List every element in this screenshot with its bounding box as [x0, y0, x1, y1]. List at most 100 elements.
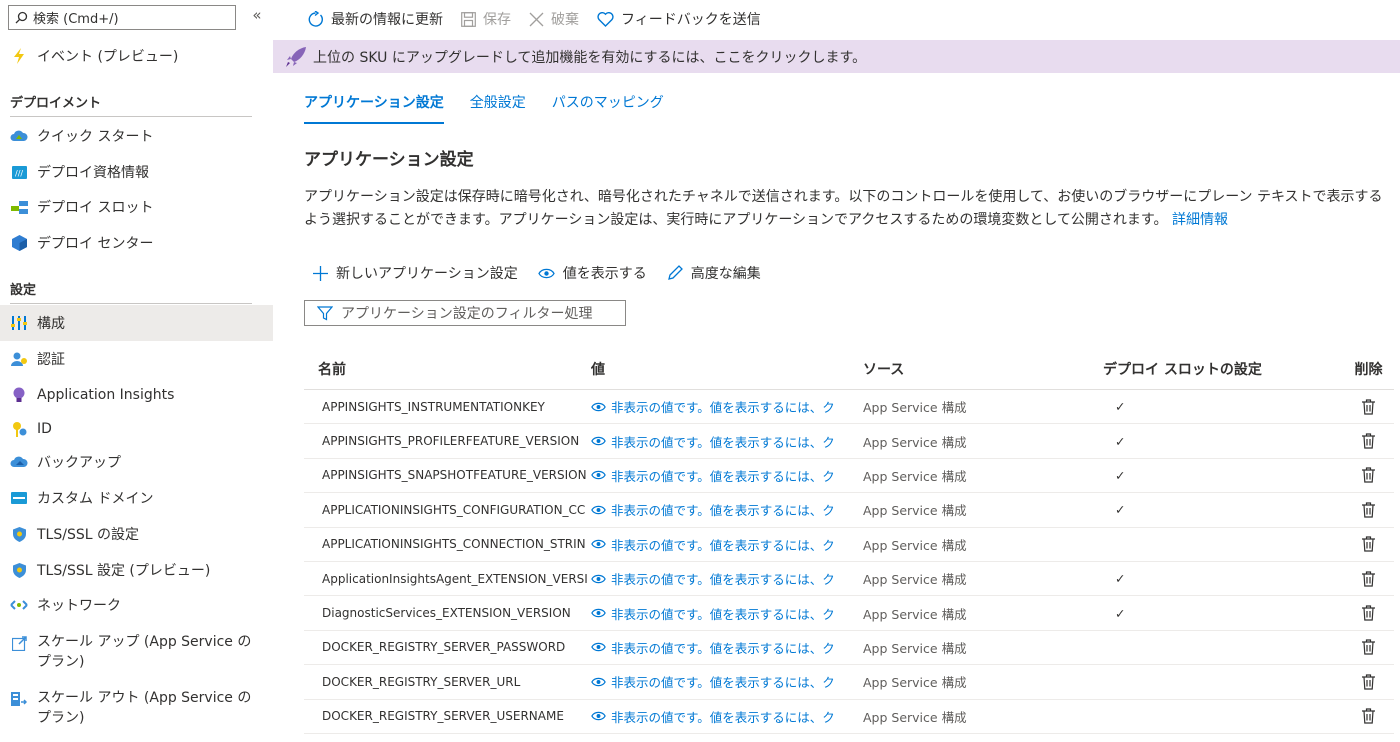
- eye-icon: [591, 402, 606, 411]
- table-row[interactable]: APPINSIGHTS_INSTRUMENTATIONKEY 非表示の値です。値を…: [304, 390, 1394, 425]
- setting-source: App Service 構成: [863, 400, 967, 416]
- delete-button[interactable]: [1343, 605, 1394, 621]
- sidebar-item-label: スケール アウト (App Service のプラン): [37, 690, 252, 726]
- hidden-value-link[interactable]: 非表示の値です。値を表示するには、ク: [591, 535, 863, 554]
- delete-button[interactable]: [1343, 502, 1394, 518]
- slot-setting-check: ✓: [1115, 502, 1126, 518]
- save-button[interactable]: 保存: [461, 9, 511, 29]
- hidden-value-link[interactable]: 非表示の値です。値を表示するには、ク: [591, 466, 863, 485]
- sidebar-item-identity[interactable]: ID: [0, 411, 273, 447]
- header-name[interactable]: 名前: [304, 359, 591, 379]
- delete-button[interactable]: [1343, 467, 1394, 484]
- delete-button[interactable]: [1343, 399, 1394, 415]
- advanced-edit-button[interactable]: 高度な編集: [667, 263, 761, 283]
- filter-input[interactable]: アプリケーション設定のフィルター処理: [304, 300, 626, 326]
- hidden-value-text: 非表示の値です。値を表示するには、ク: [611, 572, 835, 588]
- hidden-value-link[interactable]: 非表示の値です。値を表示するには、ク: [591, 672, 863, 691]
- setting-source: App Service 構成: [863, 468, 967, 484]
- user-key-icon: [10, 350, 28, 368]
- sidebar-item-backup[interactable]: バックアップ: [0, 444, 273, 480]
- search-input[interactable]: 検索 (Cmd+/): [8, 5, 236, 30]
- delete-button[interactable]: [1343, 536, 1394, 552]
- table-row[interactable]: DiagnosticServices_EXTENSION_VERSION 非表示の…: [304, 596, 1394, 631]
- tab-list: アプリケーション設定 全般設定 パスのマッピング: [304, 92, 690, 125]
- shield-icon: [10, 525, 28, 543]
- setting-name: DOCKER_REGISTRY_SERVER_USERNAME: [322, 709, 564, 724]
- sidebar-item-label: ネットワーク: [37, 598, 121, 614]
- network-icon: [10, 596, 28, 614]
- sidebar-item-auth[interactable]: 認証: [0, 341, 273, 377]
- header-slot-setting[interactable]: デプロイ スロットの設定: [1103, 359, 1343, 379]
- table-row[interactable]: DOCKER_REGISTRY_SERVER_USERNAME 非表示の値です。値…: [304, 700, 1394, 734]
- sidebar-item-app-insights[interactable]: Application Insights: [0, 377, 273, 413]
- table-row[interactable]: APPLICATIONINSIGHTS_CONNECTION_STRIN 非表示の…: [304, 528, 1394, 562]
- upgrade-banner[interactable]: 上位の SKU にアップグレードして追加機能を有効にするには、ここをクリックしま…: [273, 40, 1400, 73]
- command-bar: 最新の情報に更新 保存 破棄 フィードバックを送信: [307, 8, 779, 30]
- setting-source: App Service 構成: [863, 675, 967, 691]
- sidebar-item-label: イベント (プレビュー): [37, 49, 179, 65]
- tab-path-mappings[interactable]: パスのマッピング: [552, 92, 664, 125]
- action-toolbar: 新しいアプリケーション設定 値を表示する 高度な編集: [313, 263, 781, 283]
- hidden-value-link[interactable]: 非表示の値です。値を表示するには、ク: [591, 638, 863, 657]
- hidden-value-link[interactable]: 非表示の値です。値を表示するには、ク: [591, 432, 863, 451]
- hidden-value-link[interactable]: 非表示の値です。値を表示するには、ク: [591, 500, 863, 519]
- show-values-label: 値を表示する: [562, 266, 647, 282]
- save-label: 保存: [483, 12, 511, 28]
- discard-button[interactable]: 破棄: [529, 9, 579, 29]
- setting-source: App Service 構成: [863, 572, 967, 588]
- feedback-button[interactable]: フィードバックを送信: [597, 9, 761, 29]
- refresh-button[interactable]: 最新の情報に更新: [307, 9, 443, 29]
- advanced-edit-label: 高度な編集: [690, 266, 761, 282]
- tab-app-settings[interactable]: アプリケーション設定: [304, 92, 444, 125]
- sidebar-item-configuration[interactable]: 構成: [0, 305, 273, 341]
- collapse-sidebar-button[interactable]: «: [248, 6, 266, 24]
- filter-icon: [317, 305, 333, 320]
- table-row[interactable]: DOCKER_REGISTRY_SERVER_PASSWORD 非表示の値です。値…: [304, 631, 1394, 666]
- eye-icon: [591, 677, 606, 687]
- sidebar-item-slots[interactable]: デプロイ スロット: [0, 189, 273, 225]
- learn-more-link[interactable]: 詳細情報: [1172, 212, 1228, 228]
- eye-icon: [537, 268, 555, 278]
- sidebar-item-networking[interactable]: ネットワーク: [0, 587, 273, 623]
- tab-general-settings[interactable]: 全般設定: [470, 92, 526, 125]
- hidden-value-link[interactable]: 非表示の値です。値を表示するには、ク: [591, 397, 863, 416]
- show-values-button[interactable]: 値を表示する: [537, 263, 647, 283]
- slot-setting-check: ✓: [1115, 399, 1126, 415]
- hidden-value-text: 非表示の値です。値を表示するには、ク: [611, 709, 835, 725]
- header-value[interactable]: 値: [591, 359, 863, 379]
- header-delete: 削除: [1354, 361, 1383, 378]
- sidebar-item-label: クイック スタート: [37, 129, 154, 145]
- sidebar-item-events[interactable]: イベント (プレビュー): [0, 38, 273, 74]
- delete-button[interactable]: [1343, 708, 1394, 724]
- sidebar-item-label: TLS/SSL 設定 (プレビュー): [37, 563, 211, 579]
- delete-button[interactable]: [1343, 674, 1394, 690]
- table-row[interactable]: APPINSIGHTS_PROFILERFEATURE_VERSION 非表示の値…: [304, 424, 1394, 459]
- sidebar-item-quickstart[interactable]: クイック スタート: [0, 118, 273, 154]
- trash-icon: [1362, 467, 1375, 484]
- sidebar-item-deploy-center[interactable]: デプロイ センター: [0, 225, 273, 261]
- delete-button[interactable]: [1343, 571, 1394, 587]
- table-row[interactable]: DOCKER_REGISTRY_SERVER_URL 非表示の値です。値を表示する…: [304, 665, 1394, 700]
- setting-source: App Service 構成: [863, 606, 967, 622]
- delete-button[interactable]: [1343, 433, 1394, 449]
- sidebar-item-credentials[interactable]: /// デプロイ資格情報: [0, 154, 273, 190]
- trash-icon: [1362, 639, 1375, 656]
- sidebar-item-scale-up[interactable]: スケール アップ (App Service のプラン): [0, 626, 273, 678]
- new-setting-button[interactable]: 新しいアプリケーション設定: [313, 263, 518, 283]
- sidebar-item-custom-domain[interactable]: カスタム ドメイン: [0, 480, 273, 516]
- table-row[interactable]: APPINSIGHTS_SNAPSHOTFEATURE_VERSION 非表示の値…: [304, 459, 1394, 494]
- table-row[interactable]: ApplicationInsightsAgent_EXTENSION_VERSI…: [304, 562, 1394, 597]
- hidden-value-link[interactable]: 非表示の値です。値を表示するには、ク: [591, 569, 863, 588]
- sidebar-item-label: ID: [37, 421, 52, 437]
- hidden-value-link[interactable]: 非表示の値です。値を表示するには、ク: [591, 604, 863, 623]
- table-row[interactable]: APPLICATIONINSIGHTS_CONFIGURATION_CC 非表示の…: [304, 493, 1394, 528]
- sidebar-item-tls-preview[interactable]: TLS/SSL 設定 (プレビュー): [0, 552, 273, 588]
- header-source[interactable]: ソース: [863, 359, 1103, 379]
- hidden-value-link[interactable]: 非表示の値です。値を表示するには、ク: [591, 707, 863, 726]
- delete-button[interactable]: [1343, 639, 1394, 656]
- eye-icon: [591, 608, 606, 618]
- sidebar-item-scale-out[interactable]: スケール アウト (App Service のプラン): [0, 682, 273, 734]
- setting-name: DiagnosticServices_EXTENSION_VERSION: [322, 606, 571, 621]
- sidebar-item-tls[interactable]: TLS/SSL の設定: [0, 516, 273, 552]
- eye-icon: [591, 539, 606, 549]
